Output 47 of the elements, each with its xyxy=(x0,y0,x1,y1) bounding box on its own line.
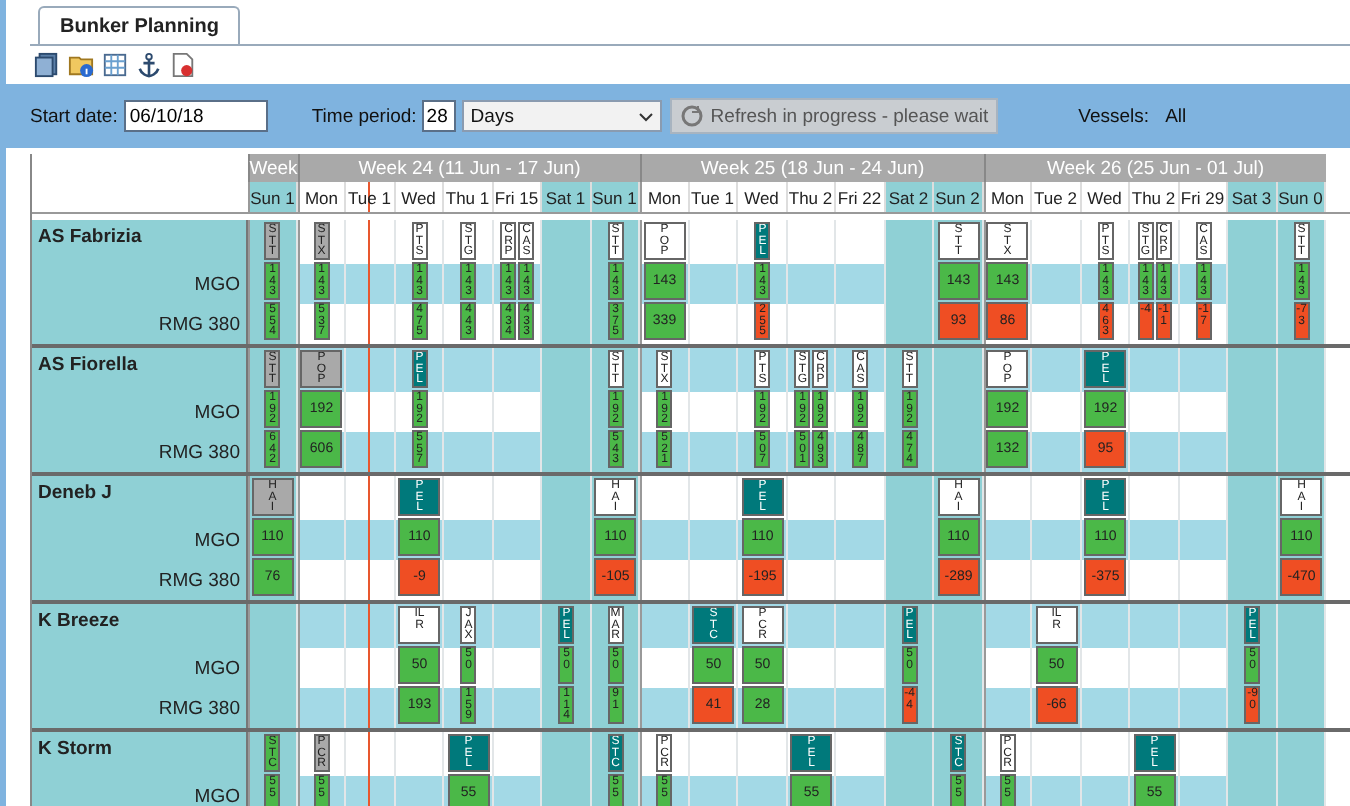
day-header: Mon xyxy=(640,182,689,212)
day-header: Tue 1 xyxy=(689,182,738,212)
fuel-type-label: MGO xyxy=(192,785,242,806)
vessel-name: Deneb J xyxy=(36,480,112,504)
start-date-field[interactable]: 06/10/18 xyxy=(123,100,268,132)
day-header: Fri 15 xyxy=(493,182,542,212)
fuel-type-label: MGO xyxy=(192,273,242,295)
day-header: Sat 1 xyxy=(542,182,591,212)
day-header: Sun 2 xyxy=(934,182,983,212)
fuel-type-label: RMG 380 xyxy=(156,441,242,463)
fuel-type-label: RMG 380 xyxy=(156,313,242,335)
day-header: Sat 3 xyxy=(1228,182,1277,212)
day-header: Thu 2 xyxy=(1130,182,1179,212)
vessel-name: K Storm xyxy=(36,736,112,760)
day-header: Fri 29 xyxy=(1179,182,1228,212)
time-period-field[interactable]: 28 xyxy=(422,100,457,132)
day-header: Mon xyxy=(297,182,346,212)
start-date-label: Start date: xyxy=(30,105,118,127)
fuel-type-label: RMG 380 xyxy=(156,569,242,591)
vessels-value: All xyxy=(1165,105,1187,127)
vessels-label: Vessels: xyxy=(1078,105,1150,127)
fuel-type-label: MGO xyxy=(192,529,242,551)
day-header: Mon xyxy=(983,182,1032,212)
day-header: Sun 0 xyxy=(1277,182,1326,212)
week-header: Week 25 (18 Jun - 24 Jun) xyxy=(640,154,983,182)
period-unit-dropdown[interactable]: Days xyxy=(462,100,663,132)
day-header: Tue 2 xyxy=(1032,182,1081,212)
day-header: Fri 22 xyxy=(836,182,885,212)
day-header: Sat 2 xyxy=(885,182,934,212)
day-header: Thu 1 xyxy=(444,182,493,212)
week-header: Week 26 (25 Jun - 01 Jul) xyxy=(983,154,1326,182)
day-header: Wed xyxy=(1081,182,1130,212)
day-header: Thu 2 xyxy=(787,182,836,212)
day-header: Sun 1 xyxy=(248,182,297,212)
day-header: Wed xyxy=(395,182,444,212)
vessel-name: AS Fiorella xyxy=(36,352,138,376)
fuel-type-label: MGO xyxy=(192,401,242,423)
fuel-type-label: MGO xyxy=(192,657,242,679)
time-period-label: Time period: xyxy=(311,105,417,127)
vessel-name: AS Fabrizia xyxy=(36,224,142,248)
day-header: Wed xyxy=(738,182,787,212)
day-header: Sun 1 xyxy=(591,182,640,212)
week-header: Week 24 (11 Jun - 17 Jun) xyxy=(297,154,640,182)
bunker-planning-tab[interactable]: Bunker Planning xyxy=(38,6,241,44)
week-header: Week xyxy=(248,154,297,182)
fuel-type-label: RMG 380 xyxy=(156,697,242,719)
vessel-name: K Breeze xyxy=(36,608,120,632)
